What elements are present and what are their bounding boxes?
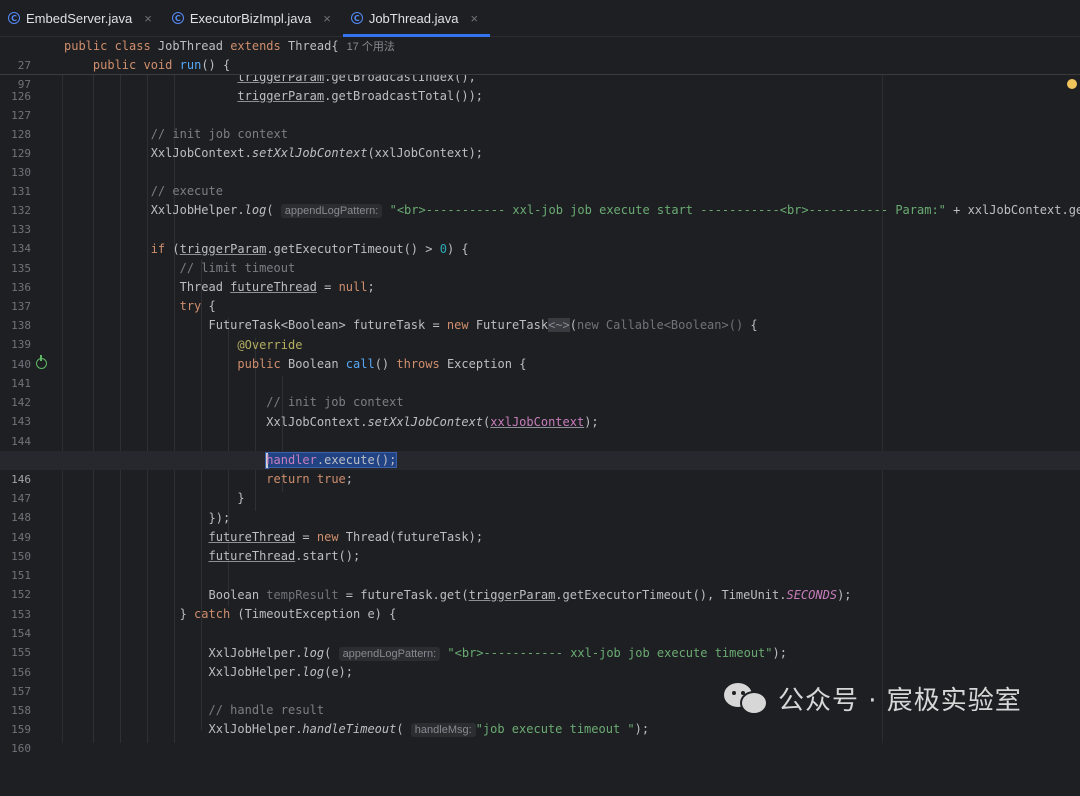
code-line[interactable]: 130 XxlJobContext.setXxlJobContext(xxlJo… [0,144,1080,179]
code-line[interactable]: 147 return true; [0,470,1080,505]
tab-label: EmbedServer.java [26,10,133,26]
close-icon[interactable]: × [144,11,152,26]
sticky-line-class[interactable]: 27 public class JobThread extends Thread… [0,37,1080,72]
tab-executorbizimpl[interactable]: C ExecutorBizImpl.java × [164,0,343,36]
code-line[interactable]: 143 // init job context [0,393,1080,428]
code-line[interactable]: 152 [0,566,1080,601]
code-line[interactable]: 156 XxlJobHelper.log( appendLogPattern: … [0,644,1080,679]
code-line[interactable]: 131 [0,163,1080,198]
class-icon: C [350,12,363,24]
sticky-line-method[interactable]: 97 public void run() { [0,56,1080,91]
code-line[interactable]: 135 if (triggerParam.getExecutorTimeout(… [0,240,1080,275]
override-gutter-icon[interactable] [36,355,47,369]
code-line[interactable]: 141 public Boolean call() throws Excepti… [0,355,1080,390]
string-literal: "<br>----------- xxl-job job execute tim… [447,646,773,660]
class-icon: C [8,12,20,24]
code-line[interactable]: 129 // init job context [0,125,1080,160]
code-line[interactable]: 144 XxlJobContext.setXxlJobContext(xxlJo… [0,413,1080,448]
code-line[interactable]: 137 Thread futureThread = null; [0,278,1080,313]
wechat-watermark: 公众号 · 宸极实验室 [724,676,1022,720]
code-line[interactable]: 151 futureThread.start(); [0,547,1080,582]
editor-tab-bar: C EmbedServer.java × C ExecutorBizImpl.j… [0,0,1080,37]
close-icon[interactable]: × [470,11,478,26]
close-icon[interactable]: × [323,11,331,26]
code-line[interactable]: 142 [0,374,1080,409]
lightbulb-icon[interactable] [1067,79,1077,89]
line-number: 160 [11,742,31,755]
class-icon: C [171,12,184,24]
code-line[interactable]: 148 } [0,489,1080,524]
code-line[interactable]: 140 @Override [0,336,1080,371]
current-code-line[interactable]: 146 handler.execute(); [0,451,1080,486]
code-line[interactable]: 160 XxlJobHelper.handleTimeout( handleMs… [0,720,1080,755]
code-line[interactable]: 128 [0,106,1080,141]
watermark-text: 公众号 · 宸极实验室 [778,685,1022,716]
code-line[interactable]: 154 } catch (TimeoutException e) { [0,605,1080,640]
code-line[interactable]: 139 FutureTask<Boolean> futureTask = new… [0,316,1080,351]
tab-label: JobThread.java [368,10,459,26]
code-line[interactable]: 132 // execute [0,182,1080,217]
code-line[interactable]: 153 Boolean tempResult = futureTask.get(… [0,586,1080,621]
code-line[interactable]: 155 [0,624,1080,659]
sticky-scope-header: 27 public class JobThread extends Thread… [0,37,1080,91]
code-line[interactable]: 149 }); [0,509,1080,544]
tab-embedserver[interactable]: C EmbedServer.java × [0,0,164,36]
code-line[interactable]: 134 [0,220,1080,255]
string-literal: "<br>----------- xxl-job job execute sta… [389,203,946,217]
line-number: 97 [17,78,31,91]
code-line[interactable]: 133 XxlJobHelper.log( appendLogPattern: … [0,201,1080,236]
parameter-hint: appendLogPattern: [280,204,383,218]
code-line[interactable]: 145 [0,432,1080,467]
parameter-hint: handleMsg: [410,723,476,737]
wechat-icon [724,681,768,715]
code-line[interactable]: 136 // limit timeout [0,259,1080,294]
code-line[interactable]: 138 try { [0,297,1080,332]
code-line[interactable]: 150 futureThread = new Thread(futureTask… [0,528,1080,563]
code-line[interactable]: 127 triggerParam.getBroadcastTotal()); [0,87,1080,122]
string-literal: "job execute timeout " [475,722,635,736]
tab-jobthread[interactable]: C JobThread.java × [342,0,491,37]
tab-label: ExecutorBizImpl.java [189,10,312,26]
parameter-hint: appendLogPattern: [338,647,441,661]
usages-hint[interactable]: 17 个用法 [347,41,395,53]
